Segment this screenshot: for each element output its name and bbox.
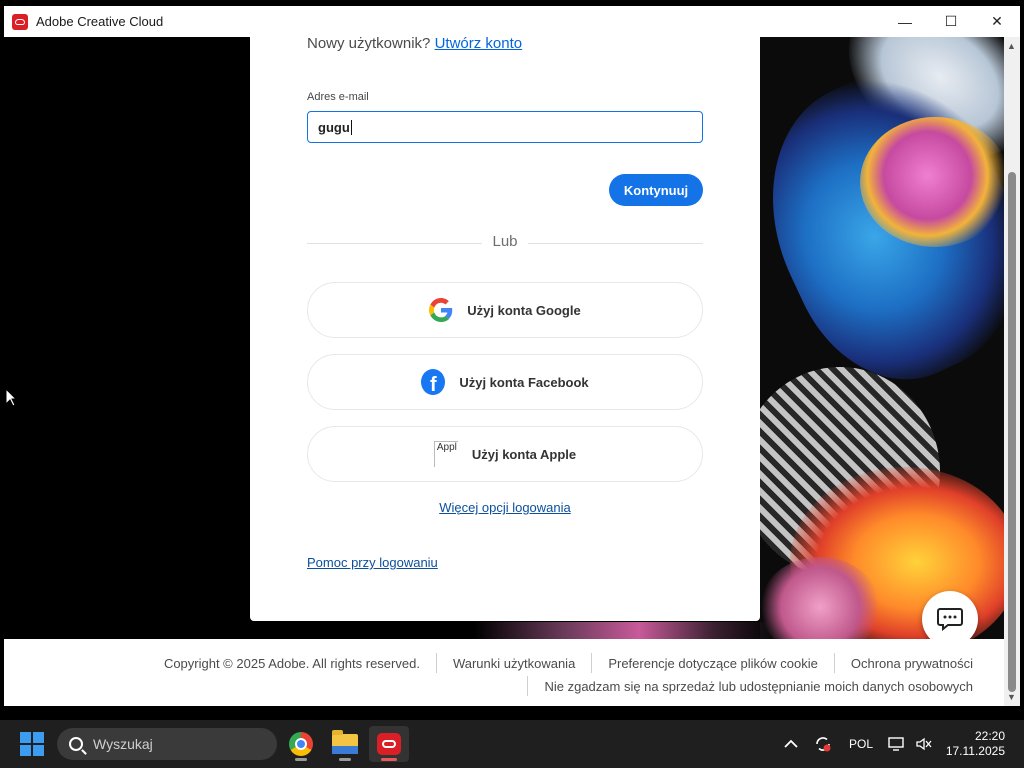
chat-button[interactable] — [922, 591, 978, 639]
volume-muted-icon[interactable] — [915, 720, 933, 768]
window-title: Adobe Creative Cloud — [36, 14, 164, 29]
new-user-prompt: Nowy użytkownik? Utwórz konto — [307, 37, 522, 52]
google-login-button[interactable]: Użyj konta Google — [307, 282, 703, 338]
google-icon — [429, 298, 453, 322]
app-window: Adobe Creative Cloud — ☐ ✕ Nowy użytkown… — [4, 6, 1020, 706]
login-card: Nowy użytkownik? Utwórz konto Adres e-ma… — [250, 37, 760, 621]
title-bar[interactable]: Adobe Creative Cloud — ☐ ✕ — [4, 6, 1020, 37]
creative-cloud-taskbar-button[interactable] — [369, 726, 409, 762]
apple-login-button[interactable]: Appl Użyj konta Apple — [307, 426, 703, 482]
file-explorer-taskbar-button[interactable] — [325, 726, 365, 762]
email-label: Adres e-mail — [307, 91, 369, 103]
window-controls: — ☐ ✕ — [882, 6, 1020, 37]
do-not-sell-link[interactable]: Nie zgadzam się na sprzedaż lub udostępn… — [544, 679, 973, 694]
apple-button-label: Użyj konta Apple — [471, 446, 577, 462]
search-icon — [69, 737, 83, 751]
chat-icon — [937, 608, 963, 631]
facebook-login-button[interactable]: f Użyj konta Facebook — [307, 354, 703, 410]
background-artwork — [760, 37, 1004, 639]
taskbar-search[interactable]: Wyszukaj — [57, 728, 277, 760]
system-clock[interactable]: 22:20 17.11.2025 — [946, 729, 1005, 759]
language-indicator[interactable]: POL — [849, 720, 873, 768]
privacy-link[interactable]: Ochrona prywatności — [851, 656, 973, 671]
chrome-icon — [289, 732, 313, 756]
scroll-up-arrow-icon[interactable]: ▲ — [1007, 41, 1016, 51]
creative-cloud-icon — [377, 733, 401, 755]
network-icon[interactable] — [888, 720, 906, 768]
sync-status-icon[interactable] — [814, 720, 832, 768]
scroll-thumb[interactable] — [1008, 172, 1016, 692]
background-artwork-bottom — [474, 622, 774, 639]
email-value: gugu — [318, 119, 350, 135]
email-field[interactable]: gugu — [307, 111, 703, 143]
maximize-button[interactable]: ☐ — [928, 6, 974, 37]
chrome-taskbar-button[interactable] — [281, 726, 321, 762]
vertical-scrollbar[interactable]: ▲ ▼ — [1004, 37, 1020, 706]
google-button-label: Użyj konta Google — [467, 302, 581, 318]
file-explorer-icon — [332, 730, 358, 754]
clock-date: 17.11.2025 — [945, 744, 1005, 758]
close-button[interactable]: ✕ — [974, 6, 1020, 37]
footer: Copyright © 2025 Adobe. All rights reser… — [4, 639, 1004, 706]
more-login-options-link[interactable]: Więcej opcji logowania — [250, 500, 760, 515]
content-area: Nowy użytkownik? Utwórz konto Adres e-ma… — [4, 37, 1004, 639]
search-placeholder: Wyszukaj — [93, 736, 153, 752]
terms-link[interactable]: Warunki użytkowania — [453, 656, 575, 671]
tray-overflow-chevron-icon[interactable] — [784, 720, 798, 768]
facebook-icon: f — [421, 369, 446, 395]
continue-button[interactable]: Kontynuuj — [609, 174, 703, 206]
scroll-down-arrow-icon[interactable]: ▼ — [1007, 692, 1016, 702]
taskbar: Wyszukaj POL 22:20 17.11.2025 — [0, 720, 1024, 768]
cookie-preferences-link[interactable]: Preferencje dotyczące plików cookie — [608, 656, 818, 671]
apple-icon-broken-image: Appl — [433, 441, 458, 467]
creative-cloud-icon — [12, 13, 28, 30]
footer-links-row: Copyright © 2025 Adobe. All rights reser… — [164, 653, 973, 673]
clock-time: 22:20 — [974, 729, 1005, 743]
facebook-button-label: Użyj konta Facebook — [459, 374, 589, 390]
or-label: Lub — [482, 233, 528, 250]
windows-start-icon[interactable] — [20, 732, 44, 756]
copyright-text: Copyright © 2025 Adobe. All rights reser… — [163, 655, 420, 671]
text-caret — [350, 119, 352, 135]
login-help-link[interactable]: Pomoc przy logowaniu — [307, 555, 438, 570]
mouse-pointer-icon — [5, 388, 17, 407]
footer-links-row-2: Nie zgadzam się na sprzedaż lub udostępn… — [511, 676, 973, 696]
create-account-link[interactable]: Utwórz konto — [435, 37, 523, 52]
new-user-text: Nowy użytkownik? — [307, 37, 431, 52]
minimize-button[interactable]: — — [882, 6, 928, 37]
